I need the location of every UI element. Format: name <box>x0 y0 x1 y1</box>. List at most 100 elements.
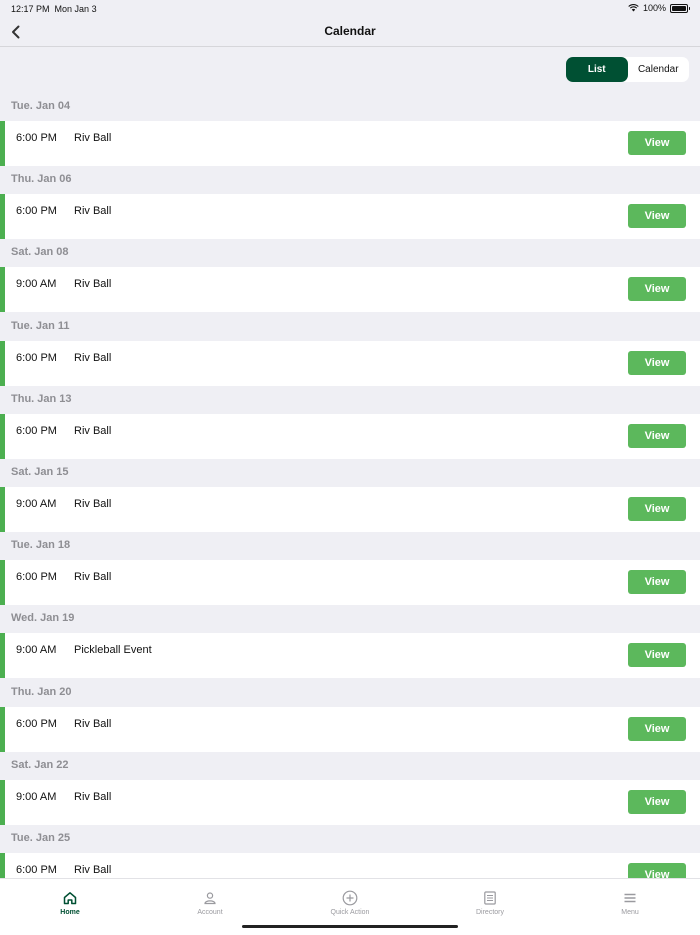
view-button[interactable]: View <box>628 423 686 448</box>
event-day: Sat. Jan 08 9:00 AM Riv Ball View <box>0 240 700 313</box>
event-row[interactable]: 6:00 PM Riv Ball View <box>0 413 700 459</box>
event-day: Sat. Jan 22 9:00 AM Riv Ball View <box>0 753 700 826</box>
event-date-header: Tue. Jan 11 <box>11 319 70 332</box>
status-bar: 12:17 PM Mon Jan 3 100% <box>0 0 700 18</box>
view-toggle: List Calendar <box>566 57 689 82</box>
tab-menu[interactable]: Menu <box>560 879 700 935</box>
view-button[interactable]: View <box>628 496 686 521</box>
event-date-header: Sat. Jan 08 <box>11 246 69 259</box>
event-name: Riv Ball <box>74 424 112 437</box>
event-row[interactable]: 9:00 AM Riv Ball View <box>0 486 700 532</box>
event-day: Thu. Jan 06 6:00 PM Riv Ball View <box>0 167 700 240</box>
event-accent-bar <box>0 633 5 679</box>
event-row[interactable]: 9:00 AM Pickleball Event View <box>0 633 700 679</box>
person-icon <box>202 890 218 906</box>
event-row[interactable]: 6:00 PM Riv Ball View <box>0 706 700 752</box>
view-button[interactable]: View <box>628 643 686 668</box>
status-right: 100% <box>628 3 690 13</box>
event-date-header: Sat. Jan 15 <box>11 465 69 478</box>
event-row[interactable]: 6:00 PM Riv Ball View <box>0 121 700 166</box>
tab-home[interactable]: Home <box>0 879 140 935</box>
event-accent-bar <box>0 779 5 825</box>
tab-label: Directory <box>475 909 504 916</box>
event-date-header: Thu. Jan 06 <box>11 173 72 186</box>
event-name: Riv Ball <box>74 497 112 510</box>
event-day: Tue. Jan 25 6:00 PM Riv Ball View <box>0 826 700 878</box>
navigation-bar: Calendar <box>0 18 700 47</box>
event-date-header: Tue. Jan 04 <box>11 100 71 112</box>
event-name: Riv Ball <box>74 790 112 803</box>
event-time: 6:00 PM <box>16 424 57 437</box>
event-name: Riv Ball <box>74 351 112 364</box>
event-name: Riv Ball <box>74 205 112 218</box>
event-date-header: Thu. Jan 20 <box>11 685 72 698</box>
event-accent-bar <box>0 194 5 240</box>
view-button[interactable]: View <box>628 131 686 155</box>
event-accent-bar <box>0 267 5 313</box>
wifi-icon <box>628 4 639 12</box>
event-time: 9:00 AM <box>16 644 57 657</box>
event-row[interactable]: 6:00 PM Riv Ball View <box>0 194 700 240</box>
view-button[interactable]: View <box>628 277 686 302</box>
event-row[interactable]: 6:00 PM Riv Ball View <box>0 340 700 386</box>
menu-icon <box>622 890 638 906</box>
event-date-header: Tue. Jan 25 <box>11 831 71 844</box>
event-row[interactable]: 9:00 AM Riv Ball View <box>0 779 700 825</box>
event-day: Thu. Jan 20 6:00 PM Riv Ball View <box>0 680 700 753</box>
tab-label: Quick Action <box>330 909 370 916</box>
event-day: Tue. Jan 11 6:00 PM Riv Ball View <box>0 314 700 387</box>
event-date-header: Sat. Jan 22 <box>11 758 69 771</box>
event-time: 9:00 AM <box>16 790 57 803</box>
view-button[interactable]: View <box>628 716 686 741</box>
event-accent-bar <box>0 340 5 386</box>
battery-percent: 100% <box>642 3 666 13</box>
view-button[interactable]: View <box>628 350 686 375</box>
event-day: Tue. Jan 18 6:00 PM Riv Ball View <box>0 533 700 606</box>
page-title: Calendar <box>324 24 376 38</box>
event-date-header: Wed. Jan 19 <box>11 612 75 625</box>
event-time: 6:00 PM <box>16 717 57 730</box>
list-icon <box>482 890 498 906</box>
event-time: 9:00 AM <box>16 278 57 291</box>
status-time: 12:17 PM Mon Jan 3 <box>11 4 97 14</box>
event-row[interactable]: 6:00 PM Riv Ball View <box>0 852 700 878</box>
event-accent-bar <box>0 413 5 459</box>
event-time: 6:00 PM <box>16 132 57 144</box>
event-accent-bar <box>0 560 5 606</box>
event-time: 6:00 PM <box>16 205 57 218</box>
event-name: Pickleball Event <box>74 644 152 657</box>
event-accent-bar <box>0 852 5 878</box>
event-day: Tue. Jan 04 6:00 PM Riv Ball View <box>0 94 700 167</box>
tab-label: Account <box>197 909 223 916</box>
event-name: Riv Ball <box>74 278 112 291</box>
event-accent-bar <box>0 121 5 166</box>
event-day: Thu. Jan 13 6:00 PM Riv Ball View <box>0 387 700 460</box>
event-time: 6:00 PM <box>16 351 57 364</box>
home-icon <box>62 890 78 906</box>
event-name: Riv Ball <box>74 717 112 730</box>
tab-label: Menu <box>621 909 639 916</box>
list-view-button[interactable]: List <box>566 57 628 82</box>
tab-label: Home <box>60 909 80 916</box>
calendar-view-button[interactable]: Calendar <box>628 57 690 82</box>
event-date-header: Thu. Jan 13 <box>11 392 72 405</box>
event-name: Riv Ball <box>74 132 112 144</box>
event-row[interactable]: 9:00 AM Riv Ball View <box>0 267 700 313</box>
view-button[interactable]: View <box>628 789 686 814</box>
view-button[interactable]: View <box>628 570 686 595</box>
event-day: Wed. Jan 19 9:00 AM Pickleball Event Vie… <box>0 606 700 679</box>
event-time: 9:00 AM <box>16 497 57 510</box>
home-indicator <box>242 925 458 928</box>
event-time: 6:00 PM <box>16 571 57 584</box>
plus-circle-icon <box>342 890 358 906</box>
event-time: 6:00 PM <box>16 863 57 876</box>
event-list[interactable]: Tue. Jan 04 6:00 PM Riv Ball View Thu. J… <box>0 94 700 878</box>
view-button[interactable]: View <box>628 862 686 878</box>
event-row[interactable]: 6:00 PM Riv Ball View <box>0 560 700 606</box>
view-button[interactable]: View <box>628 204 686 229</box>
event-date-header: Tue. Jan 18 <box>11 539 71 552</box>
event-accent-bar <box>0 706 5 752</box>
event-day: Sat. Jan 15 9:00 AM Riv Ball View <box>0 460 700 533</box>
event-name: Riv Ball <box>74 571 112 584</box>
battery-icon <box>670 3 690 13</box>
